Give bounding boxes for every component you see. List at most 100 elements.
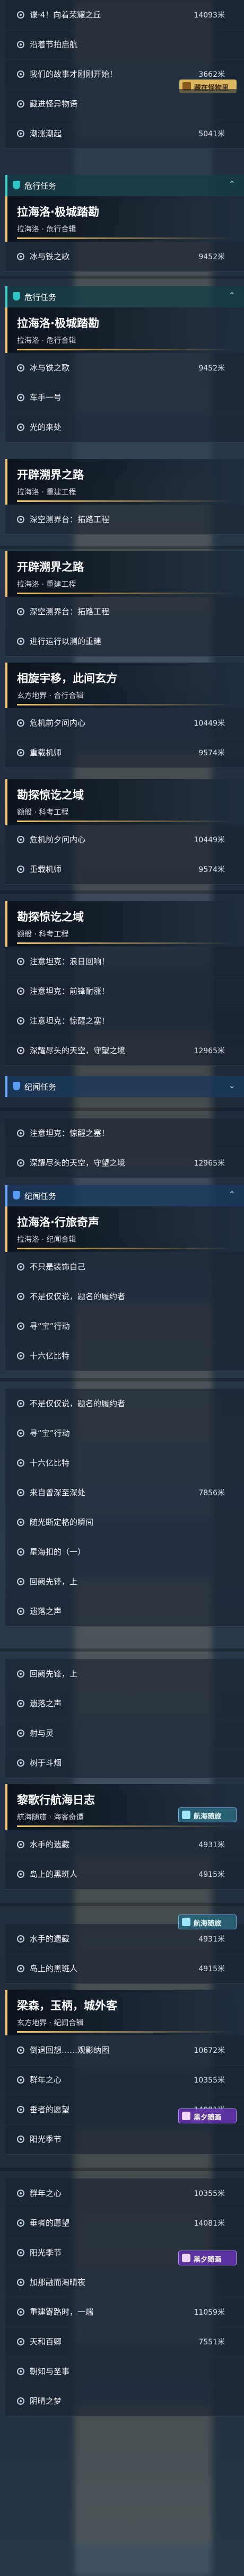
task-name: 沿着节拍启航: [30, 40, 78, 49]
task-row[interactable]: 水手的遗藏 4931米: [5, 1830, 244, 1860]
quest-card[interactable]: 梁森，玉柄，城外客 玄方地界 · 纪闻合辑: [5, 1990, 244, 2035]
task-row[interactable]: 十六亿比特: [5, 1341, 244, 1371]
quest-card[interactable]: 相旋宇移，此间玄方 玄方地界 · 合行合辑: [5, 663, 244, 708]
task-row[interactable]: 随光断定格的瞬间: [5, 1507, 244, 1538]
task-row[interactable]: 重载机师 9574米: [5, 854, 244, 885]
quest-card[interactable]: 开辟溯界之路 拉海洛 · 重建工程: [5, 551, 244, 597]
quest-card[interactable]: 黎歌行航海日志 航海随旅 · 海客奇谭: [5, 1784, 244, 1830]
quest-title: 黎歌行航海日志: [17, 1794, 95, 1806]
quest-card[interactable]: 开辟溯界之路 拉海洛 · 重建工程: [5, 459, 244, 505]
task-row[interactable]: 寻“宝”行动: [5, 1418, 244, 1449]
task-row[interactable]: 冰与铁之歌 9452米: [5, 242, 244, 272]
task-row[interactable]: 遗落之声: [5, 1689, 244, 1719]
quest-card[interactable]: 拉海洛·极城踏勘 拉海洛 · 危行合辑: [5, 307, 244, 353]
series-badge[interactable]: 黑夕随画: [178, 2251, 237, 2265]
task-row[interactable]: 天和百卿 7551米: [5, 2327, 244, 2357]
quest-card[interactable]: 勘探惊讫之域 额般 · 科考工程: [5, 901, 244, 947]
task-row[interactable]: 射与灵: [5, 1718, 244, 1749]
task-row[interactable]: 危机前夕问内心 10449米: [5, 708, 244, 738]
task-row[interactable]: 回阙先锋，上: [5, 1659, 244, 1689]
series-badge[interactable]: 黑夕随画: [178, 2109, 237, 2123]
task-row[interactable]: 注意坦克：惊醒之塞！: [5, 1006, 244, 1036]
task-row[interactable]: 重载机师 9574米: [5, 738, 244, 768]
task-row[interactable]: 深耀尽头的天空，守望之境 12965米: [5, 1148, 244, 1178]
task-row[interactable]: 谍·4！向着荣耀之丘 14093米: [5, 0, 244, 30]
task-row[interactable]: 光的来处: [5, 412, 244, 443]
progress-bar: [17, 704, 234, 705]
task-row[interactable]: 回阙先锋，上: [5, 1567, 244, 1597]
series-badge[interactable]: 航海随旅: [178, 1807, 237, 1822]
task-marker-icon: [17, 2076, 24, 2084]
category-header-danger[interactable]: 危行任务 ⌃: [5, 175, 244, 196]
quest-card[interactable]: 拉海洛·行旅奇声 拉海洛 · 纪闻合辑: [5, 1206, 244, 1252]
task-distance: 12965米: [194, 1047, 225, 1055]
task-distance: 3662米: [198, 70, 225, 79]
task-name: 重载机师: [30, 748, 62, 757]
task-distance: 10355米: [194, 2076, 225, 2085]
task-row[interactable]: 不只是装饰自己: [5, 1252, 244, 1282]
task-distance: 14081米: [194, 2219, 225, 2228]
quest-subtitle: 拉海洛 · 纪闻合辑: [17, 1236, 76, 1244]
task-row[interactable]: 垂者的愿望 14081米: [5, 2208, 244, 2238]
task-row[interactable]: 重建寄路时，一端 11059米: [5, 2297, 244, 2327]
task-row[interactable]: 深空测界台：拓路工程: [5, 505, 244, 535]
quest-subtitle: 拉海洛 · 危行合辑: [17, 337, 76, 345]
task-marker-icon: [17, 2219, 24, 2227]
task-row[interactable]: 群年之心 10355米: [5, 2178, 244, 2209]
task-distance: 9452米: [198, 364, 225, 373]
task-name: 回阙先锋，上: [30, 1577, 78, 1586]
task-row[interactable]: 沿着节拍启航: [5, 30, 244, 60]
task-distance: 4915米: [198, 1871, 225, 1879]
quest-card[interactable]: 拉海洛·极城踏勘 拉海洛 · 危行合辑: [5, 196, 244, 242]
task-row[interactable]: 岛上的黑斑人 4915米: [5, 1954, 244, 1984]
task-row[interactable]: 冰与铁之歌 9452米: [5, 353, 244, 383]
task-row[interactable]: 深空测界台：拓路工程: [5, 597, 244, 627]
task-marker-icon: [17, 1608, 24, 1615]
task-row[interactable]: 注意坦克：浪日回响！: [5, 947, 244, 977]
progress-bar: [17, 593, 234, 594]
task-row[interactable]: 群年之心 10355米: [5, 2065, 244, 2095]
task-row[interactable]: 危机前夕问内心 10449米: [5, 825, 244, 855]
category-header-danger[interactable]: 危行任务 ⌃: [5, 286, 244, 307]
divider: [0, 1378, 244, 1381]
task-row[interactable]: 岛上的黑斑人 4915米: [5, 1859, 244, 1890]
task-row[interactable]: 阳光季节: [5, 2124, 244, 2155]
quest-subtitle: 拉海洛 · 重建工程: [17, 580, 76, 589]
divider: [0, 1648, 244, 1652]
task-name: 深耀尽头的天空，守望之境: [30, 1046, 126, 1055]
task-row[interactable]: 进行运行以测的重建: [5, 627, 244, 657]
shield-icon: [13, 1191, 20, 1199]
task-marker-icon: [17, 130, 24, 137]
ship-icon: [182, 1918, 190, 1926]
task-marker-icon: [17, 1430, 24, 1437]
quest-card[interactable]: 勘探惊讫之域 额般 · 科考工程: [5, 779, 244, 825]
task-row[interactable]: 注意坦克：惊醒之塞！: [5, 1118, 244, 1149]
task-row[interactable]: 树于斗烟: [5, 1748, 244, 1778]
task-row[interactable]: 加那融而淘晴夜: [5, 2268, 244, 2298]
task-row[interactable]: 车手一号: [5, 383, 244, 413]
task-name: 注意坦克：惊醒之塞！: [30, 1128, 110, 1138]
task-name: 群年之心: [30, 2075, 62, 2085]
task-row[interactable]: 遗落之声: [5, 1596, 244, 1627]
task-row[interactable]: 来自曾深至深处 7856米: [5, 1478, 244, 1508]
task-row[interactable]: 星海扣的（一）: [5, 1537, 244, 1567]
task-row[interactable]: 藏进怪异物语: [5, 89, 244, 119]
task-row[interactable]: 深耀尽头的天空，守望之境 12965米: [5, 1036, 244, 1066]
task-row[interactable]: 潮涨潮起 5041米: [5, 119, 244, 149]
progress-bar: [17, 942, 234, 944]
task-marker-icon: [17, 1400, 24, 1407]
task-row[interactable]: 不是仅仅说，题名的履约者: [5, 1389, 244, 1419]
category-header-story[interactable]: 纪闻任务 ⌄: [5, 1076, 244, 1097]
task-row[interactable]: 倒退回想……观影纳图 10672米: [5, 2035, 244, 2066]
task-marker-icon: [17, 2106, 24, 2113]
task-row[interactable]: 不是仅仅说，题名的履约者: [5, 1282, 244, 1312]
chevron-up-icon: ⌃: [228, 290, 236, 301]
task-row[interactable]: 注意坦克：前锋耐涨！: [5, 976, 244, 1007]
task-row[interactable]: 朝知与圣事: [5, 2357, 244, 2387]
task-row[interactable]: 寻“宝”行动: [5, 1311, 244, 1342]
series-badge[interactable]: 航海随旅: [178, 1915, 237, 1929]
category-header-story[interactable]: 纪闻任务 ⌃: [5, 1185, 244, 1206]
task-row[interactable]: 十六亿比特: [5, 1448, 244, 1478]
task-name: 重载机师: [30, 864, 62, 874]
task-row[interactable]: 阴晴之梦: [5, 2386, 244, 2416]
